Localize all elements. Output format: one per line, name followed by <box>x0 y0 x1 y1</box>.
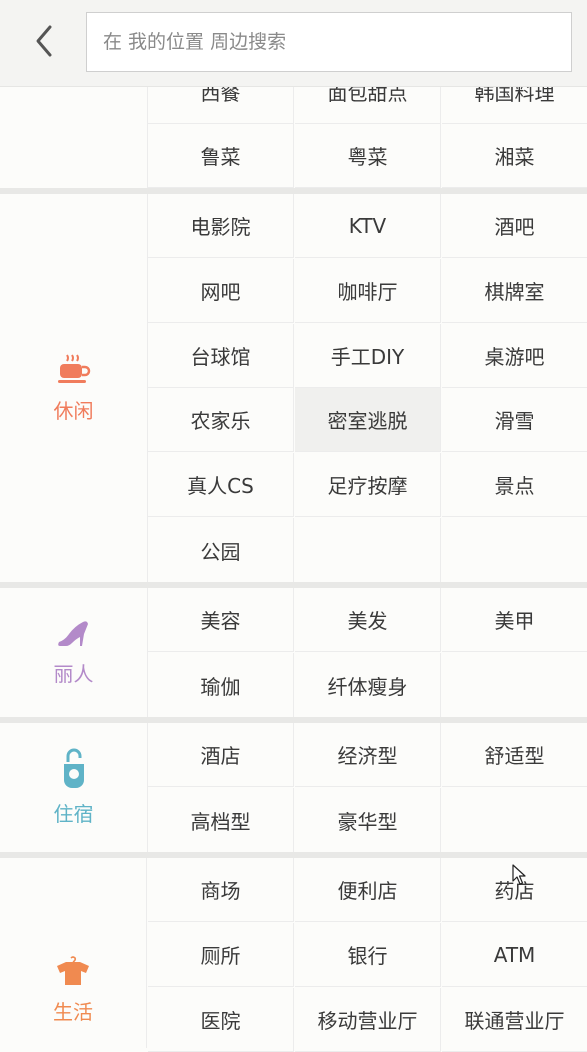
door-hanger-icon <box>62 748 86 792</box>
category-cell[interactable]: 厕所 <box>148 923 294 987</box>
group-life: 生活 商场 便利店 药店 厕所 银行 ATM 医院 移动营业厅 联通营业厅 <box>0 858 587 1052</box>
empty-cell <box>442 518 587 582</box>
search-box[interactable] <box>86 12 572 72</box>
category-cell[interactable]: 美容 <box>148 588 294 652</box>
category-cell[interactable]: 台球馆 <box>148 324 294 388</box>
category-cell[interactable]: 农家乐 <box>148 388 294 452</box>
category-cell[interactable]: 纤体瘦身 <box>295 653 441 717</box>
group-beauty-side: 丽人 <box>0 588 148 717</box>
category-cell[interactable]: 足疗按摩 <box>295 453 441 517</box>
category-cell[interactable]: 酒店 <box>148 723 294 787</box>
group-life-label: 生活 <box>53 1000 93 1024</box>
group-lodging-label: 住宿 <box>53 802 94 826</box>
category-cell[interactable]: 高档型 <box>148 788 294 852</box>
category-cell[interactable]: 滑雪 <box>442 388 587 452</box>
shirt-icon <box>55 956 91 990</box>
search-input[interactable] <box>101 30 557 54</box>
category-cell[interactable]: 公园 <box>148 518 294 582</box>
high-heel-icon <box>57 618 91 652</box>
category-cell[interactable]: 桌游吧 <box>442 324 587 388</box>
category-cell[interactable]: 鲁菜 <box>148 124 294 188</box>
group-lodging-side: 住宿 <box>0 723 148 852</box>
group-lodging: 住宿 酒店 经济型 舒适型 高档型 豪华型 <box>0 723 587 852</box>
empty-cell <box>442 788 587 852</box>
category-cell[interactable]: 银行 <box>295 923 441 987</box>
empty-cell <box>295 518 441 582</box>
group-leisure: 休闲 电影院 KTV 酒吧 网吧 咖啡厅 棋牌室 台球馆 手工DIY 桌游吧 农… <box>0 194 587 582</box>
category-cell[interactable]: 真人CS <box>148 453 294 517</box>
group-life-side: 生活 <box>0 858 147 1048</box>
category-cell[interactable]: 便利店 <box>295 858 441 922</box>
category-cell[interactable]: 棋牌室 <box>442 259 587 323</box>
category-cell[interactable]: 咖啡厅 <box>295 259 441 323</box>
group-beauty-label: 丽人 <box>53 662 94 686</box>
category-cell-highlighted[interactable]: 密室逃脱 <box>295 388 441 452</box>
group-beauty: 丽人 美容 美发 美甲 瑜伽 纤体瘦身 <box>0 588 587 717</box>
category-cell[interactable]: 酒吧 <box>442 194 587 258</box>
coffee-cup-icon <box>57 353 91 389</box>
empty-cell <box>442 653 587 717</box>
category-cell[interactable]: 电影院 <box>148 194 294 258</box>
category-cell[interactable]: 商场 <box>148 858 294 922</box>
category-cell[interactable]: 湘菜 <box>442 124 587 188</box>
category-cell[interactable]: 手工DIY <box>295 324 441 388</box>
chevron-left-icon <box>33 24 55 62</box>
category-cell[interactable]: 美甲 <box>442 588 587 652</box>
category-cell[interactable]: 网吧 <box>148 259 294 323</box>
category-cell[interactable]: 粤菜 <box>295 124 441 188</box>
group-leisure-side: 休闲 <box>0 194 148 582</box>
back-button[interactable] <box>22 18 66 68</box>
category-cell[interactable]: 景点 <box>442 453 587 517</box>
category-cell[interactable]: KTV <box>295 194 441 258</box>
group-leisure-label: 休闲 <box>53 398 94 423</box>
category-cell[interactable]: 联通营业厅 <box>442 988 587 1052</box>
category-cell[interactable]: 经济型 <box>295 723 441 787</box>
category-cell[interactable]: ATM <box>442 923 587 987</box>
mouse-cursor-icon <box>512 864 528 890</box>
category-cell[interactable]: 舒适型 <box>442 723 587 787</box>
category-cell[interactable]: 医院 <box>148 988 294 1052</box>
category-cell[interactable]: 美发 <box>295 588 441 652</box>
category-cell[interactable]: 豪华型 <box>295 788 441 852</box>
top-bar <box>0 0 587 87</box>
category-cell[interactable]: 瑜伽 <box>148 653 294 717</box>
category-cell[interactable]: 移动营业厅 <box>295 988 441 1052</box>
